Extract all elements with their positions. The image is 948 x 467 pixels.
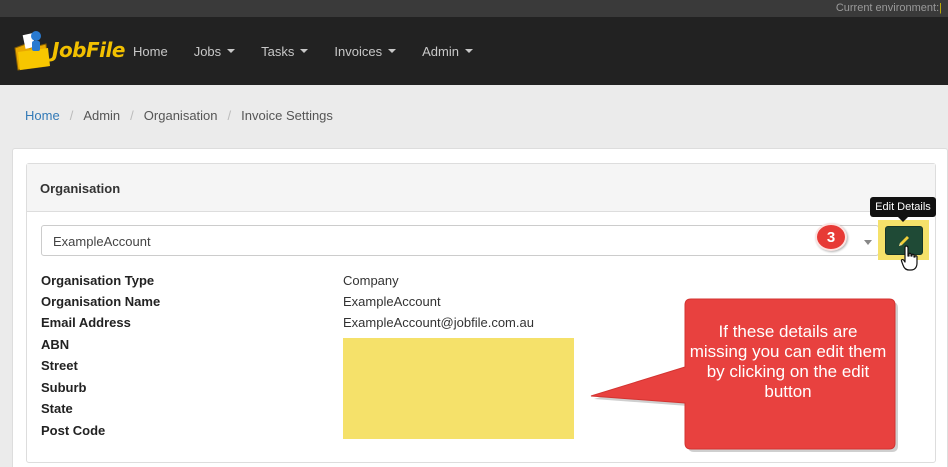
chevron-down-icon — [227, 49, 236, 53]
breadcrumb-organisation: Organisation — [143, 108, 218, 123]
field-row: State — [41, 398, 343, 418]
nav-admin-label: Admin — [422, 43, 459, 59]
field-value: ExampleAccount@jobfile.com.au — [343, 314, 534, 330]
folder-logo-icon — [14, 31, 50, 71]
nav-invoices[interactable]: Invoices — [321, 44, 409, 59]
callout-text: If these details are missing you can edi… — [689, 322, 887, 401]
field-label: State — [41, 400, 73, 416]
nav-home-label: Home — [133, 43, 168, 59]
organisation-select-value: ExampleAccount — [53, 234, 151, 249]
field-label: Organisation Name — [41, 293, 161, 309]
navbar: JobFile Home Jobs Tasks Invoices Admin — [0, 17, 948, 85]
field-label: Suburb — [41, 379, 87, 395]
breadcrumb: Home / Admin / Organisation / Invoice Se… — [25, 108, 333, 123]
breadcrumb-separator: / — [130, 108, 134, 123]
panel-header: Organisation — [27, 164, 935, 212]
field-label: ABN — [41, 336, 70, 352]
main-nav: Home Jobs Tasks Invoices Admin — [120, 17, 486, 85]
edit-details-tooltip: Edit Details — [870, 197, 936, 222]
field-row: Email Address ExampleAccount@jobfile.com.… — [41, 312, 534, 332]
field-label: Street — [41, 357, 78, 373]
nav-jobs[interactable]: Jobs — [181, 44, 248, 59]
environment-label: Current environment:| — [835, 2, 942, 14]
breadcrumb-separator: / — [227, 108, 232, 123]
field-value: Company — [343, 272, 399, 288]
chevron-down-icon — [300, 49, 309, 53]
chevron-down-icon — [464, 49, 473, 53]
missing-details-highlight — [343, 338, 574, 439]
field-row: Organisation Name ExampleAccount — [41, 291, 441, 311]
brand-name: JobFile — [52, 38, 125, 62]
field-row: Street — [41, 355, 343, 375]
breadcrumb-invoice-settings: Invoice Settings — [241, 108, 333, 123]
field-row: Post Code — [41, 420, 343, 440]
caret-down-icon — [864, 240, 872, 245]
nav-admin[interactable]: Admin — [409, 44, 486, 59]
field-row: ABN — [41, 334, 343, 354]
hand-pointer-icon — [900, 245, 918, 271]
chevron-down-icon — [388, 49, 397, 53]
nav-home[interactable]: Home — [120, 44, 181, 59]
brand-logo[interactable]: JobFile — [12, 26, 125, 74]
field-row: Suburb — [41, 377, 343, 397]
organisation-select[interactable]: ExampleAccount — [41, 225, 879, 256]
field-label: Email Address — [41, 314, 131, 330]
breadcrumb-admin: Admin — [83, 108, 121, 123]
field-row: Organisation Type Company — [41, 270, 399, 290]
breadcrumb-separator: / — [69, 108, 74, 123]
breadcrumb-home[interactable]: Home — [25, 108, 60, 123]
environment-bar: Current environment:| — [0, 0, 948, 17]
nav-tasks[interactable]: Tasks — [248, 44, 321, 59]
panel-title: Organisation — [40, 181, 121, 196]
field-value: ExampleAccount — [343, 293, 441, 309]
field-label: Post Code — [41, 422, 106, 438]
nav-tasks-label: Tasks — [261, 43, 295, 59]
nav-invoices-label: Invoices — [334, 43, 383, 59]
field-label: Organisation Type — [41, 272, 155, 288]
nav-jobs-label: Jobs — [193, 43, 222, 59]
step-number-badge: 3 — [815, 223, 847, 251]
